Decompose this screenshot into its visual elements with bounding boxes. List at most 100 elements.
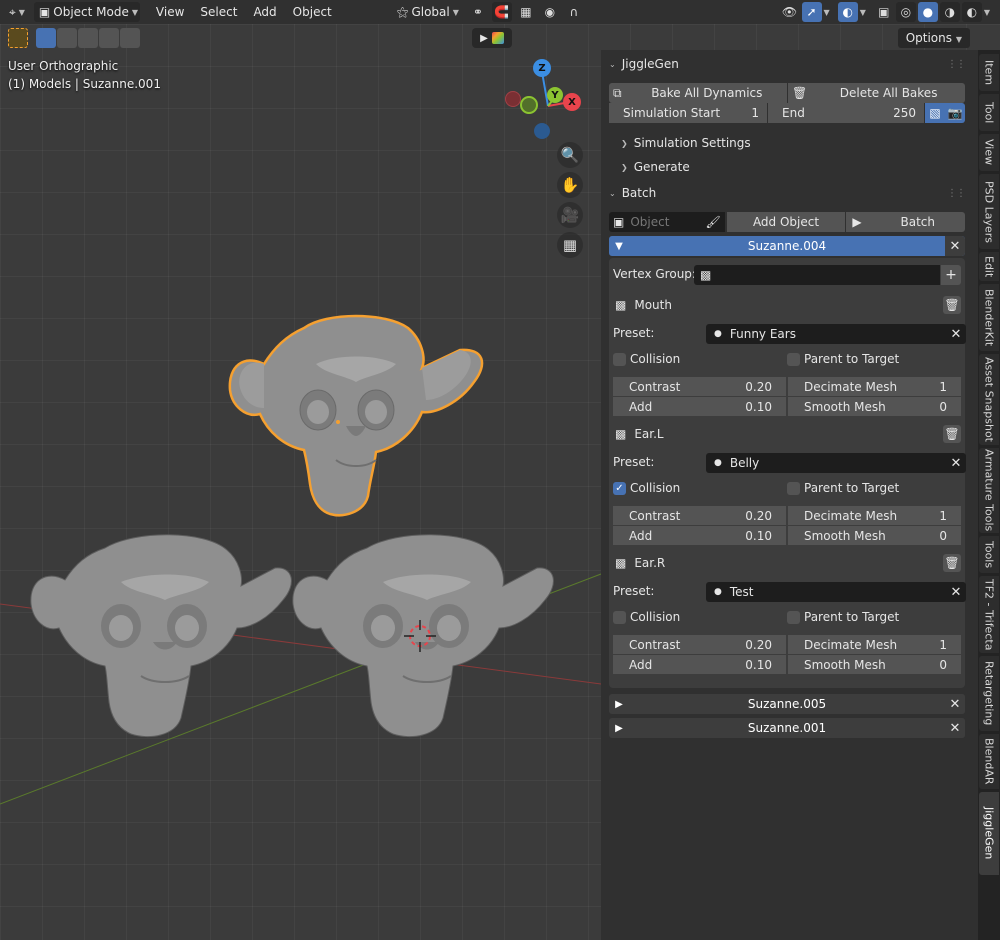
tab-tool[interactable]: Tool [979,94,999,131]
remove-item-icon[interactable]: ✕ [945,694,965,714]
parent-to-target-checkbox[interactable]: Parent to Target [787,352,899,366]
parent-to-target-checkbox[interactable]: Parent to Target [787,610,899,624]
object-info-toggle[interactable]: ▶ [472,28,512,48]
collision-checkbox[interactable]: ✓ Collision [613,481,680,495]
batch-button[interactable]: ▶ Batch [846,212,965,232]
simulation-start-field[interactable]: Simulation Start 1 [609,103,767,123]
menu-object[interactable]: Object [287,2,338,22]
pivot-icon[interactable]: ⚭ [468,2,488,22]
delete-all-bakes-button[interactable]: 🗑 Delete All Bakes [788,83,965,103]
select-extend-icon[interactable] [57,28,77,48]
gizmo-neg-y[interactable] [520,96,538,114]
select-new-icon[interactable] [36,28,56,48]
simulation-settings-subpanel[interactable]: ❯ Simulation Settings [621,133,751,153]
tab-blenderkit[interactable]: BlenderKit [979,284,999,351]
tab-view[interactable]: View [979,134,999,171]
preset-field[interactable]: ● Test ✕ [706,582,966,602]
menu-select[interactable]: Select [194,2,243,22]
menu-view[interactable]: View [150,2,190,22]
parent-to-target-checkbox[interactable]: Parent to Target [787,481,899,495]
gizmo-z[interactable]: Z [533,59,551,77]
transform-orientation-dropdown[interactable]: ⚝ Global ▼ [392,2,464,22]
camera-icon[interactable]: 🎥 [557,202,583,228]
bake-all-button[interactable]: ⧉ Bake All Dynamics [609,83,787,103]
tab-tf2-trifecta[interactable]: TF2 - Trifecta [979,576,999,653]
trash-icon[interactable]: 🗑 [943,296,961,314]
visibility-icon[interactable]: 👁 [780,2,800,22]
pan-hand-icon[interactable]: ✋ [557,172,583,198]
contrast-field[interactable]: Contrast 0.20 [613,377,786,396]
rendered-shading-icon[interactable]: ◐ [961,2,982,22]
gizmo-toggle-icon[interactable]: ➚ [801,2,822,22]
collision-checkbox[interactable]: Collision [613,352,680,366]
tab-item[interactable]: Item [979,54,999,91]
remove-item-icon[interactable]: ✕ [945,236,965,256]
ortho-grid-icon[interactable]: ▦ [557,232,583,258]
vertex-group-field[interactable]: ▩ [694,265,940,285]
add-object-button[interactable]: Add Object [726,212,846,232]
overlays-icon[interactable]: ◐ [837,2,858,22]
material-shading-icon[interactable]: ◑ [939,2,960,22]
mode-dropdown[interactable]: ▣ Object Mode ▼ [33,2,140,22]
add-field[interactable]: Add 0.10 [613,526,786,545]
batch-panel-header[interactable]: ⌄ Batch ⋮⋮ [609,182,969,204]
zoom-icon[interactable]: 🔍 [557,142,583,168]
decimate-mesh-field[interactable]: Decimate Mesh 1 [788,377,961,396]
add-field[interactable]: Add 0.10 [613,397,786,416]
clear-preset-icon[interactable]: ✕ [946,327,966,342]
clear-preset-icon[interactable]: ✕ [946,456,966,471]
batch-item-collapsed[interactable]: ▶ Suzanne.001 ✕ [609,718,965,738]
batch-item-active[interactable]: ▼ Suzanne.004 ✕ [609,236,965,256]
solid-shading-icon[interactable]: ● [917,2,938,22]
wireframe-shading-icon[interactable]: ◎ [895,2,916,22]
gizmo-y[interactable]: Y [547,87,563,103]
contrast-field[interactable]: Contrast 0.20 [613,506,786,525]
viewport-sim-icon[interactable]: ▧ [925,103,945,123]
clear-preset-icon[interactable]: ✕ [946,585,966,600]
generate-subpanel[interactable]: ❯ Generate [621,157,690,177]
remove-item-icon[interactable]: ✕ [945,718,965,738]
tab-asset-snapshot[interactable]: Asset Snapshot [979,354,999,445]
select-tool-icon[interactable] [8,28,28,48]
gizmo-x[interactable]: X [563,93,581,111]
batch-item-collapsed[interactable]: ▶ Suzanne.005 ✕ [609,694,965,714]
decimate-mesh-field[interactable]: Decimate Mesh 1 [788,506,961,525]
menu-add[interactable]: Add [247,2,282,22]
gizmo-neg-x[interactable] [505,91,521,107]
falloff-icon[interactable]: ∩ [564,2,584,22]
trash-icon[interactable]: 🗑 [943,554,961,572]
select-intersect-icon[interactable] [120,28,140,48]
trash-icon[interactable]: 🗑 [943,425,961,443]
snap-target-icon[interactable]: ▦ [516,2,536,22]
xray-icon[interactable]: ▣ [874,2,894,22]
editor-type-button[interactable]: ⌖ ▼ [4,2,30,22]
preset-field[interactable]: ● Funny Ears ✕ [706,324,966,344]
preset-field[interactable]: ● Belly ✕ [706,453,966,473]
eyedropper-icon[interactable]: 🖌 [705,215,720,229]
select-invert-icon[interactable] [99,28,119,48]
smooth-mesh-field[interactable]: Smooth Mesh 0 [788,655,961,674]
add-vertex-group-icon[interactable]: + [941,265,961,285]
tab-armature-tools[interactable]: Armature Tools [979,448,999,533]
tab-psd-layers[interactable]: PSD Layers [979,174,999,249]
contrast-field[interactable]: Contrast 0.20 [613,635,786,654]
tab-blendar[interactable]: BlendAR [979,734,999,789]
tab-jigglegen[interactable]: JiggleGen [979,792,999,875]
select-subtract-icon[interactable] [78,28,98,48]
tab-edit[interactable]: Edit [979,252,999,281]
smooth-mesh-field[interactable]: Smooth Mesh 0 [788,397,961,416]
collision-checkbox[interactable]: Collision [613,610,680,624]
jigglegen-panel-header[interactable]: ⌄ JiggleGen ⋮⋮ [609,53,969,75]
tab-tools[interactable]: Tools [979,536,999,573]
tab-retargeting[interactable]: Retargeting [979,656,999,731]
drag-grip-icon[interactable]: ⋮⋮ [947,59,966,70]
add-field[interactable]: Add 0.10 [613,655,786,674]
snap-icon[interactable]: 🧲 [491,2,512,22]
smooth-mesh-field[interactable]: Smooth Mesh 0 [788,526,961,545]
simulation-end-field[interactable]: End 250 [768,103,924,123]
proportional-edit-icon[interactable]: ◉ [540,2,560,22]
decimate-mesh-field[interactable]: Decimate Mesh 1 [788,635,961,654]
object-picker-field[interactable]: ▣ Object 🖌 [609,212,725,232]
gizmo-neg-z[interactable] [534,123,550,139]
drag-grip-icon[interactable]: ⋮⋮ [947,188,966,199]
